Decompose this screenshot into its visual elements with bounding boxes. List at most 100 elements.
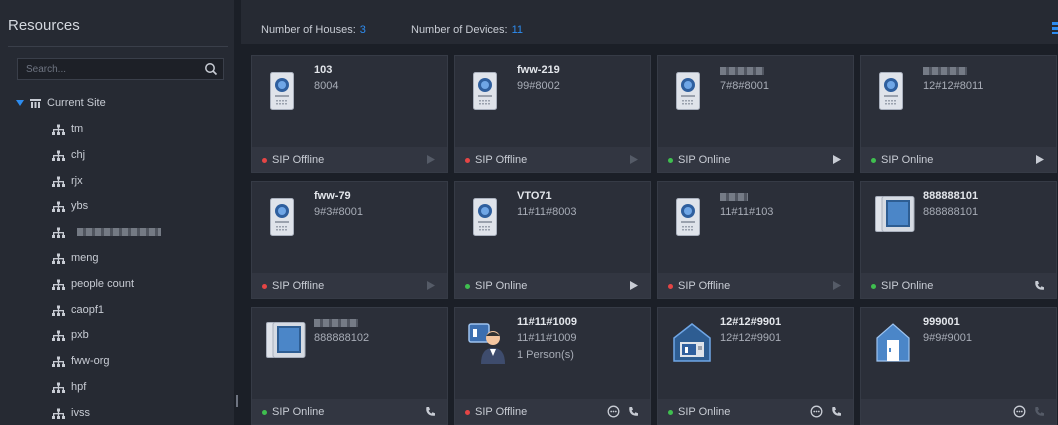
sip-status-text: SIP Online xyxy=(678,154,731,166)
tree-item[interactable]: ybs xyxy=(52,199,88,213)
houses-label: Number of Houses: xyxy=(261,24,356,36)
expand-arrow-icon[interactable] xyxy=(16,100,24,106)
device-name: 11#11#1009 xyxy=(517,316,577,328)
phone-icon[interactable] xyxy=(1033,279,1046,292)
card-footer: SIP Offline xyxy=(658,273,853,298)
sip-status-text: SIP Offline xyxy=(475,154,528,166)
org-node-icon xyxy=(52,201,65,212)
tree-item[interactable]: ivss xyxy=(52,406,90,420)
status-dot-icon xyxy=(871,157,876,163)
sip-status: SIP Offline xyxy=(262,280,324,292)
panel-splitter-handle[interactable] xyxy=(236,395,238,407)
summary-header: Number of Houses: 3 Number of Devices: 11 xyxy=(241,0,1058,44)
device-name: fww-219 xyxy=(517,64,560,76)
device-card[interactable]: fww-79 9#3#8001 SIP Offline xyxy=(251,181,448,299)
play-icon[interactable] xyxy=(830,153,843,166)
message-icon[interactable] xyxy=(607,405,620,418)
play-icon[interactable] xyxy=(1033,153,1046,166)
card-footer: SIP Online xyxy=(455,273,650,298)
play-icon[interactable] xyxy=(627,153,640,166)
device-card[interactable]: 7#8#8001 SIP Online xyxy=(657,55,854,173)
door-station-icon xyxy=(473,198,497,241)
tree-item[interactable] xyxy=(52,225,161,239)
door-station-icon xyxy=(473,72,497,115)
card-footer: SIP Online xyxy=(658,147,853,172)
tree-item[interactable]: people count xyxy=(52,277,134,291)
sip-status: SIP Offline xyxy=(465,154,527,166)
device-card[interactable]: 12#12#8011 SIP Online xyxy=(860,55,1057,173)
tree-item-label: fww-org xyxy=(71,355,110,367)
door-station-icon xyxy=(676,72,700,115)
devices-label: Number of Devices: xyxy=(411,24,508,36)
org-node-icon xyxy=(52,227,65,238)
tree-item[interactable]: tm xyxy=(52,122,83,136)
device-card[interactable]: 999001 9#9#9001 xyxy=(860,307,1057,425)
device-name: 999001 xyxy=(923,316,960,328)
sip-status-text: SIP Online xyxy=(678,406,731,418)
org-node-icon xyxy=(52,253,65,264)
device-card[interactable]: 12#12#9901 12#12#9901 SIP Online xyxy=(657,307,854,425)
phone-icon[interactable] xyxy=(424,405,437,418)
card-footer xyxy=(861,399,1056,424)
device-card[interactable]: 11#11#103 SIP Offline xyxy=(657,181,854,299)
device-name: VTO71 xyxy=(517,190,552,202)
play-icon[interactable] xyxy=(424,279,437,292)
indoor-monitor-icon xyxy=(266,322,306,363)
card-footer: SIP Online xyxy=(658,399,853,424)
tree-item[interactable]: rjx xyxy=(52,174,83,188)
status-dot-icon xyxy=(262,157,267,163)
sip-status: SIP Online xyxy=(668,406,730,418)
message-icon[interactable] xyxy=(810,405,823,418)
houses-stat: Number of Houses: 3 xyxy=(261,24,366,36)
org-node-icon xyxy=(52,279,65,290)
sip-status: SIP Online xyxy=(871,154,933,166)
tree-root-current-site[interactable]: Current Site xyxy=(16,97,106,109)
device-name: fww-79 xyxy=(314,190,351,202)
site-icon xyxy=(30,98,41,108)
play-icon[interactable] xyxy=(830,279,843,292)
sip-status-text: SIP Offline xyxy=(678,280,731,292)
phone-icon[interactable] xyxy=(627,405,640,418)
message-icon[interactable] xyxy=(1013,405,1026,418)
play-icon[interactable] xyxy=(627,279,640,292)
sidebar-divider xyxy=(8,46,228,47)
indoor-monitor-icon xyxy=(875,196,915,237)
tree-item[interactable]: pxb xyxy=(52,328,89,342)
status-dot-icon xyxy=(668,409,673,415)
tree-item-label: people count xyxy=(71,278,134,290)
sip-status: SIP Online xyxy=(871,280,933,292)
device-card[interactable]: fww-219 99#8002 SIP Offline xyxy=(454,55,651,173)
device-code: 9#9#9001 xyxy=(923,332,972,344)
sip-status: SIP Offline xyxy=(262,154,324,166)
phone-icon[interactable] xyxy=(1033,405,1046,418)
view-toggle-icon[interactable] xyxy=(1052,22,1058,34)
device-card[interactable]: 11#11#1009 11#11#1009 1 Person(s) SIP Offli… xyxy=(454,307,651,425)
org-node-icon xyxy=(52,382,65,393)
door-station-icon xyxy=(270,198,294,241)
org-node-icon xyxy=(52,305,65,316)
play-icon[interactable] xyxy=(424,153,437,166)
tree-item[interactable]: caopf1 xyxy=(52,303,104,317)
tree-item-label: chj xyxy=(71,149,86,161)
sip-status-text: SIP Online xyxy=(272,406,325,418)
search-icon[interactable] xyxy=(204,62,218,76)
device-card[interactable]: 888888101 888888101 SIP Online xyxy=(860,181,1057,299)
tree-item[interactable]: chj xyxy=(52,148,85,162)
resources-sidebar: Resources Current Site tm chj rjx ybs meng pe… xyxy=(0,0,238,425)
device-card[interactable]: 103 8004 SIP Offline xyxy=(251,55,448,173)
sidebar-title: Resources xyxy=(8,17,80,34)
status-dot-icon xyxy=(871,283,876,289)
redacted-name xyxy=(77,228,161,236)
org-node-icon xyxy=(52,330,65,341)
phone-icon[interactable] xyxy=(830,405,843,418)
sip-status-text: SIP Offline xyxy=(475,406,528,418)
device-code: 11#11#103 xyxy=(720,206,774,218)
device-card[interactable]: 888888102 SIP Online xyxy=(251,307,448,425)
tree-item[interactable]: fww-org xyxy=(52,354,110,368)
device-code: 99#8002 xyxy=(517,80,560,92)
tree-item[interactable]: hpf xyxy=(52,380,86,394)
device-card[interactable]: VTO71 11#11#8003 SIP Online xyxy=(454,181,651,299)
search-input[interactable] xyxy=(18,59,206,79)
tree-item[interactable]: meng xyxy=(52,251,99,265)
sip-status-text: SIP Offline xyxy=(272,280,325,292)
